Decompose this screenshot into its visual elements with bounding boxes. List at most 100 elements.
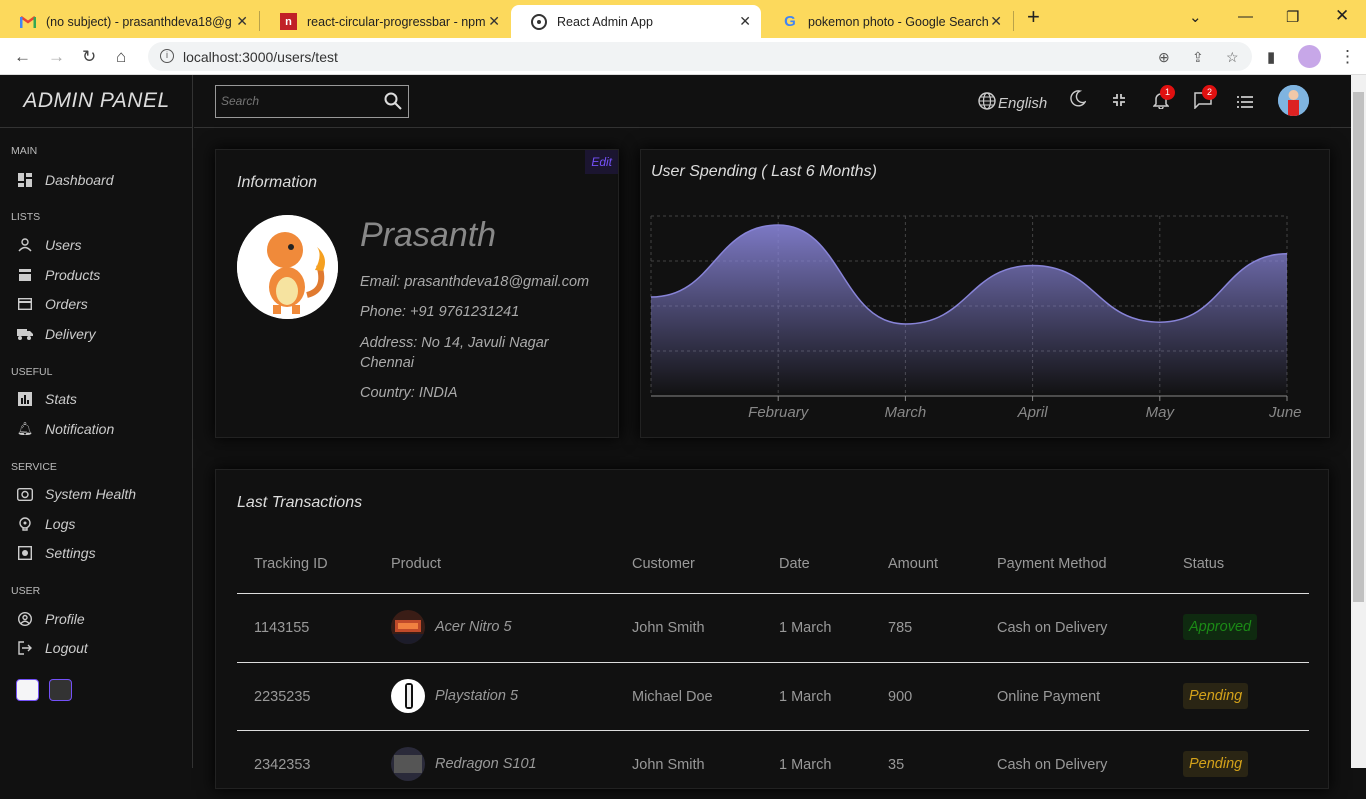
product-image <box>391 610 425 644</box>
sidebar-item-label: Dashboard <box>45 172 114 188</box>
column-header-amount[interactable]: Amount <box>888 556 938 572</box>
product-name-cell: Redragon S101 <box>435 756 537 772</box>
table-row[interactable]: 2342353 Redragon S101 John Smith 1 March… <box>237 730 1309 799</box>
tracking-id-cell: 1143155 <box>254 620 309 636</box>
table-row[interactable]: 2235235 Playstation 5 Michael Doe 1 Marc… <box>237 662 1309 731</box>
sidebar-item-delivery[interactable]: Delivery <box>17 326 96 342</box>
user-icon <box>17 237 33 253</box>
brain-icon <box>17 516 33 532</box>
search-input[interactable] <box>221 94 371 108</box>
window-close-icon[interactable]: ✕ <box>1335 6 1349 26</box>
sidebar-item-orders[interactable]: Orders <box>17 296 88 312</box>
back-arrow-icon[interactable]: ← <box>14 47 31 67</box>
bar-chart-icon <box>17 391 33 407</box>
forward-arrow-icon[interactable]: → <box>48 47 65 67</box>
browser-toolbar: ← → ↻ ⌂ i localhost:3000/users/test ⊕ ⇪ … <box>0 38 1366 75</box>
list-menu-icon[interactable] <box>1237 95 1253 112</box>
sidebar-item-label: Orders <box>45 296 88 312</box>
sidebar-item-settings[interactable]: Settings <box>17 545 96 561</box>
health-icon <box>17 486 33 502</box>
tab-search-chevron-icon[interactable]: ⌄ <box>1189 8 1202 26</box>
restore-icon[interactable]: ❐ <box>1286 8 1299 26</box>
close-icon[interactable]: ✕ <box>236 13 248 30</box>
sidebar-item-products[interactable]: Products <box>17 267 100 283</box>
edit-button[interactable]: Edit <box>585 150 618 174</box>
share-icon[interactable]: ⇪ <box>1192 49 1204 66</box>
user-email: Email: prasanthdeva18@gmail.com <box>360 272 610 292</box>
scrollbar-thumb[interactable] <box>1353 92 1364 602</box>
profile-avatar-icon[interactable] <box>1298 45 1321 68</box>
sidebar-item-label: Settings <box>45 545 96 561</box>
bookmark-star-icon[interactable]: ☆ <box>1226 49 1239 66</box>
account-circle-icon <box>17 611 33 627</box>
page-scrollbar[interactable] <box>1351 75 1366 768</box>
light-theme-swatch[interactable] <box>16 679 39 701</box>
sidebar-item-logs[interactable]: Logs <box>17 516 75 532</box>
payment-method-cell: Cash on Delivery <box>997 620 1107 636</box>
language-selector[interactable]: English <box>978 92 1047 114</box>
x-tick-label: May <box>1146 404 1176 421</box>
new-tab-plus-icon[interactable]: + <box>1027 4 1040 30</box>
dark-mode-moon-icon[interactable] <box>1069 90 1086 111</box>
notifications-badge: 1 <box>1160 85 1175 100</box>
tab-title: React Admin App <box>557 15 737 29</box>
close-icon[interactable]: ✕ <box>488 13 500 30</box>
column-header-status[interactable]: Status <box>1183 556 1224 572</box>
close-icon[interactable]: ✕ <box>739 13 751 30</box>
dashboard-icon <box>17 172 33 188</box>
sidebar-item-label: Stats <box>45 391 77 407</box>
product-image <box>391 747 425 781</box>
tracking-id-cell: 2235235 <box>254 689 310 705</box>
side-panel-icon[interactable]: ▮ <box>1267 48 1275 66</box>
app-logo[interactable]: ADMIN PANEL <box>0 75 193 128</box>
sidebar-item-logout[interactable]: Logout <box>17 640 88 656</box>
customer-cell: John Smith <box>632 757 705 773</box>
bell-icon: 🔔︎ <box>17 421 33 437</box>
sidebar-item-label: Profile <box>45 611 85 627</box>
logout-icon <box>17 640 33 656</box>
language-label: English <box>998 95 1047 112</box>
fullscreen-exit-icon[interactable] <box>1112 93 1126 111</box>
x-tick-label: April <box>1017 404 1049 421</box>
minimize-icon[interactable]: — <box>1238 8 1253 25</box>
status-badge: Pending <box>1183 683 1248 709</box>
home-icon[interactable]: ⌂ <box>116 47 126 67</box>
sidebar-item-profile[interactable]: Profile <box>17 611 85 627</box>
react-icon <box>531 14 547 30</box>
site-info-icon[interactable]: i <box>160 49 174 63</box>
section-title-main: MAIN <box>11 145 37 157</box>
address-bar[interactable]: i localhost:3000/users/test ⊕ ⇪ ☆ <box>148 42 1252 71</box>
menu-kebab-icon[interactable]: ⋮ <box>1339 47 1356 67</box>
browser-tab-react-admin[interactable]: React Admin App ✕ <box>511 5 761 38</box>
x-tick-label: March <box>885 404 927 421</box>
spending-area-fill <box>651 225 1287 396</box>
sidebar-item-system-health[interactable]: System Health <box>17 486 136 502</box>
search-icon[interactable] <box>384 92 402 115</box>
sidebar-item-notification[interactable]: 🔔︎ Notification <box>17 421 114 437</box>
reload-icon[interactable]: ↻ <box>82 47 96 67</box>
close-icon[interactable]: ✕ <box>990 13 1002 30</box>
sidebar-item-stats[interactable]: Stats <box>17 391 77 407</box>
sidebar-item-dashboard[interactable]: Dashboard <box>17 172 114 188</box>
date-cell: 1 March <box>779 757 831 773</box>
browser-tab-gmail[interactable]: (no subject) - prasanthdeva18@gr ✕ <box>0 5 258 38</box>
tab-separator <box>1013 11 1014 31</box>
url-text[interactable]: localhost:3000/users/test <box>183 49 338 65</box>
column-header-customer[interactable]: Customer <box>632 556 695 572</box>
browser-tab-google[interactable]: G pokemon photo - Google Search ✕ <box>762 5 1012 38</box>
customer-cell: John Smith <box>632 620 705 636</box>
section-title-user: USER <box>11 585 40 597</box>
user-avatar[interactable] <box>1278 85 1309 116</box>
dark-theme-swatch[interactable] <box>49 679 72 701</box>
column-header-date[interactable]: Date <box>779 556 810 572</box>
amount-cell: 900 <box>888 689 912 705</box>
sidebar-item-users[interactable]: Users <box>17 237 82 253</box>
column-header-tracking-id[interactable]: Tracking ID <box>254 556 328 572</box>
column-header-payment-method[interactable]: Payment Method <box>997 556 1107 572</box>
column-header-product[interactable]: Product <box>391 556 441 572</box>
browser-tab-npm[interactable]: n react-circular-progressbar - npm ✕ <box>260 5 510 38</box>
section-title-lists: LISTS <box>11 211 40 223</box>
table-row[interactable]: 1143155 Acer Nitro 5 John Smith 1 March … <box>237 593 1309 662</box>
zoom-icon[interactable]: ⊕ <box>1158 49 1170 66</box>
tab-title: react-circular-progressbar - npm <box>307 15 487 29</box>
